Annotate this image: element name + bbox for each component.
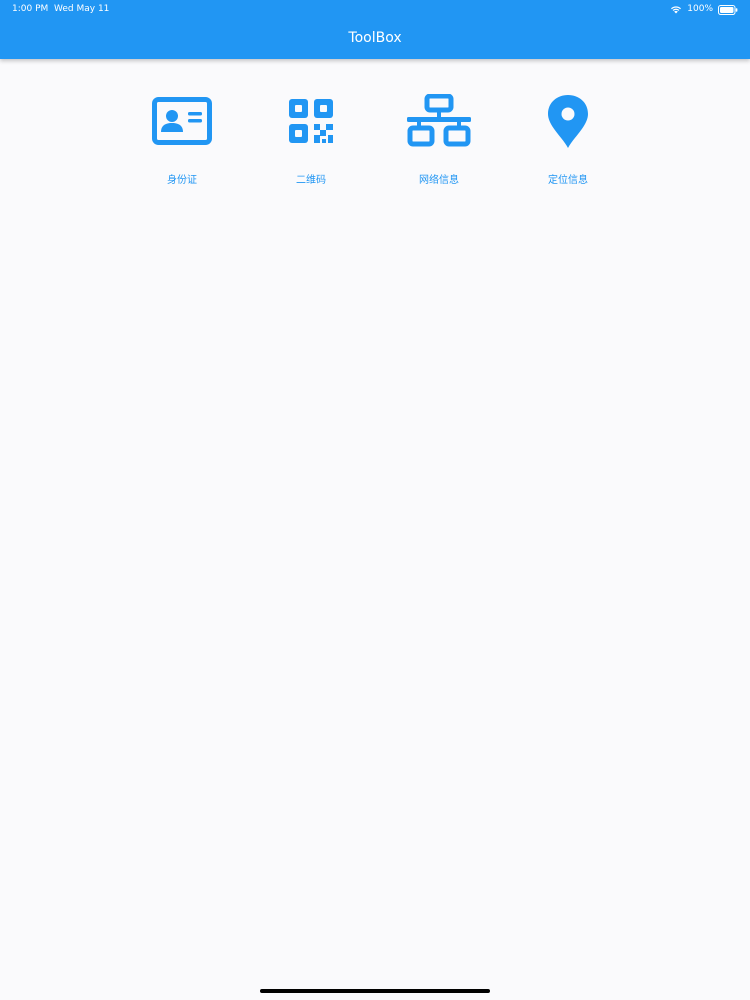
battery-percent: 100% — [687, 4, 713, 14]
status-time: 1:00 PM — [12, 4, 49, 14]
tool-qr-code[interactable]: 二维码 — [256, 89, 366, 191]
tool-grid: 身份证 二维码 网络信息 定位信息 — [0, 59, 750, 219]
tool-label-location-info: 定位信息 — [548, 175, 588, 186]
app-screen: 1:00 PM Wed May 11 100% ToolBox 身份证 二维码 … — [0, 0, 750, 1000]
tool-label-qr-code: 二维码 — [296, 175, 326, 186]
tool-id-card[interactable]: 身份证 — [127, 89, 237, 191]
tool-label-network-info: 网络信息 — [419, 175, 459, 186]
status-date: Wed May 11 — [54, 4, 110, 14]
network-icon — [384, 89, 494, 153]
tool-network-info[interactable]: 网络信息 — [384, 89, 494, 191]
wifi-icon — [670, 5, 682, 14]
location-pin-icon — [513, 89, 623, 153]
status-right-group: 100% — [670, 0, 738, 18]
id-card-icon — [127, 89, 237, 153]
battery-icon — [718, 4, 738, 15]
home-indicator[interactable] — [260, 989, 490, 993]
tool-label-id-card: 身份证 — [167, 175, 197, 186]
qr-code-icon — [256, 89, 366, 153]
app-bar: 1:00 PM Wed May 11 100% ToolBox — [0, 0, 750, 59]
page-title: ToolBox — [348, 30, 402, 46]
tool-location-info[interactable]: 定位信息 — [513, 89, 623, 191]
status-bar: 1:00 PM Wed May 11 100% — [0, 0, 750, 18]
